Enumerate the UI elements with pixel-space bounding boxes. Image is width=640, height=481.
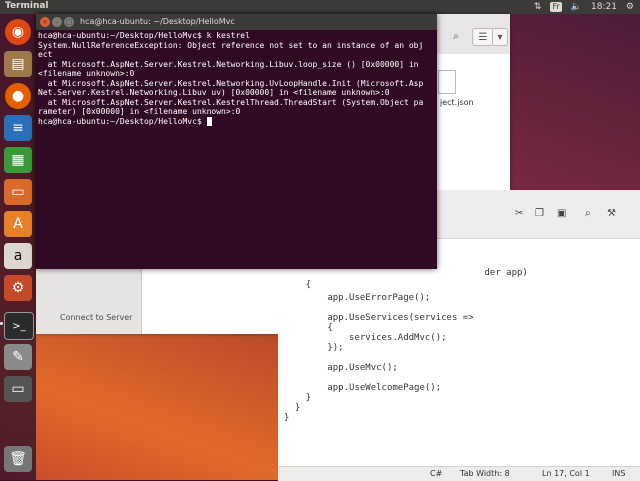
code-line: }); bbox=[284, 343, 344, 353]
keyboard-layout-indicator[interactable]: Fr bbox=[550, 2, 562, 12]
power-gear-icon[interactable]: ⚙ bbox=[626, 2, 634, 12]
menu-arrow-icon[interactable]: ▾ bbox=[492, 28, 508, 46]
terminal-line: at Microsoft.AspNet.Server.Kestrel.Kestr… bbox=[38, 97, 424, 107]
code-line: app.UseMvc(); bbox=[284, 363, 398, 373]
cursor-position: Ln 17, Col 1 bbox=[542, 469, 590, 478]
terminal-line: at Microsoft.AspNet.Server.Kestrel.Netwo… bbox=[38, 78, 424, 88]
search-icon[interactable]: ⌕ bbox=[446, 28, 466, 44]
code-line: { bbox=[284, 280, 312, 290]
firefox-icon[interactable]: ● bbox=[5, 83, 31, 109]
code-line: } bbox=[284, 413, 290, 423]
panel-indicators: ⇅ Fr 🔈 18:21 ⚙ bbox=[534, 0, 634, 14]
trash-icon[interactable]: 🗑 bbox=[4, 446, 32, 472]
terminal-prompt: hca@hca-ubuntu:~/Desktop/HelloMvc$ bbox=[38, 116, 207, 126]
files-icon[interactable]: ▤ bbox=[4, 51, 32, 77]
language-selector[interactable]: C# bbox=[430, 469, 442, 478]
ubuntu-logo-icon[interactable]: ◉ bbox=[5, 19, 31, 45]
terminal-line: at Microsoft.AspNet.Server.Kestrel.Netwo… bbox=[38, 59, 419, 69]
terminal-line: ect bbox=[38, 50, 53, 59]
clock[interactable]: 18:21 bbox=[591, 2, 617, 12]
terminal-line: System.NullReferenceException: Object re… bbox=[38, 40, 424, 50]
find-icon[interactable]: ⌕ bbox=[585, 208, 597, 220]
code-line: app.UseServices(services => bbox=[284, 313, 474, 323]
terminal-line: rameter) [0x00000] in <filename unknown>… bbox=[38, 107, 241, 116]
calc-icon[interactable]: ▦ bbox=[4, 147, 32, 173]
terminal-line: <filename unknown>:0 bbox=[38, 69, 135, 78]
terminal-output[interactable]: hca@hca-ubuntu:~/Desktop/HelloMvc$ k kes… bbox=[38, 31, 435, 126]
find-replace-icon[interactable]: ⚒ bbox=[607, 208, 619, 220]
code-line: } bbox=[284, 393, 312, 403]
close-icon[interactable]: × bbox=[40, 17, 50, 27]
network-updown-icon[interactable]: ⇅ bbox=[534, 2, 542, 12]
disk-icon[interactable]: ▭ bbox=[4, 376, 32, 402]
editor-statusbar: C# Tab Width: 8 Ln 17, Col 1 INS bbox=[278, 466, 640, 481]
amazon-icon[interactable]: a bbox=[4, 243, 32, 269]
impress-icon[interactable]: ▭ bbox=[4, 179, 32, 205]
json-file-icon[interactable] bbox=[438, 70, 456, 94]
sidebar-item-connect-to-server[interactable]: Connect to Server bbox=[60, 313, 132, 322]
code-line: app.UseErrorPage(); bbox=[284, 293, 431, 303]
code-line: app.UseWelcomePage(); bbox=[284, 383, 442, 393]
list-view-icon[interactable]: ☰ bbox=[472, 28, 494, 46]
text-editor-icon[interactable]: ✎ bbox=[4, 344, 32, 370]
panel-app-title: Terminal bbox=[5, 1, 49, 11]
code-line: der app) bbox=[284, 268, 528, 278]
code-line: } bbox=[284, 403, 301, 413]
software-center-icon[interactable]: A bbox=[4, 211, 32, 237]
paste-icon[interactable]: ▣ bbox=[557, 208, 569, 220]
cut-icon[interactable]: ✂ bbox=[515, 208, 527, 220]
insert-mode: INS bbox=[612, 469, 626, 478]
volume-icon[interactable]: 🔈 bbox=[571, 2, 582, 12]
launcher: ◉ ▤ ● ≡ ▦ ▭ A a ⚙ >_ ✎ ▭ 🗑 bbox=[0, 14, 36, 480]
terminal-window[interactable]: × – □ hca@hca-ubuntu: ~/Desktop/HelloMvc… bbox=[36, 14, 437, 269]
code-line: services.AddMvc(); bbox=[284, 333, 447, 343]
top-panel: Terminal ⇅ Fr 🔈 18:21 ⚙ bbox=[0, 0, 640, 14]
code-line: { bbox=[284, 323, 333, 333]
writer-icon[interactable]: ≡ bbox=[4, 115, 32, 141]
running-indicator-icon bbox=[0, 322, 3, 325]
terminal-prompt-line: hca@hca-ubuntu:~/Desktop/HelloMvc$ bbox=[38, 116, 435, 127]
terminal-line: Net.Server.Kestrel.Networking.Libuv uv) … bbox=[38, 88, 390, 97]
tab-width-selector[interactable]: Tab Width: 8 bbox=[460, 469, 510, 478]
terminal-title: hca@hca-ubuntu: ~/Desktop/HelloMvc bbox=[80, 17, 235, 26]
terminal-cursor bbox=[206, 116, 212, 126]
terminal-line: hca@hca-ubuntu:~/Desktop/HelloMvc$ k kes… bbox=[38, 31, 250, 40]
file-name-label[interactable]: ject.json bbox=[440, 98, 474, 107]
settings-icon[interactable]: ⚙ bbox=[4, 275, 32, 301]
terminal-icon[interactable]: >_ bbox=[4, 312, 34, 340]
copy-icon[interactable]: ❐ bbox=[535, 208, 547, 220]
terminal-titlebar[interactable]: × – □ hca@hca-ubuntu: ~/Desktop/HelloMvc bbox=[36, 14, 437, 30]
minimize-icon[interactable]: – bbox=[52, 17, 62, 27]
maximize-icon[interactable]: □ bbox=[64, 17, 74, 27]
